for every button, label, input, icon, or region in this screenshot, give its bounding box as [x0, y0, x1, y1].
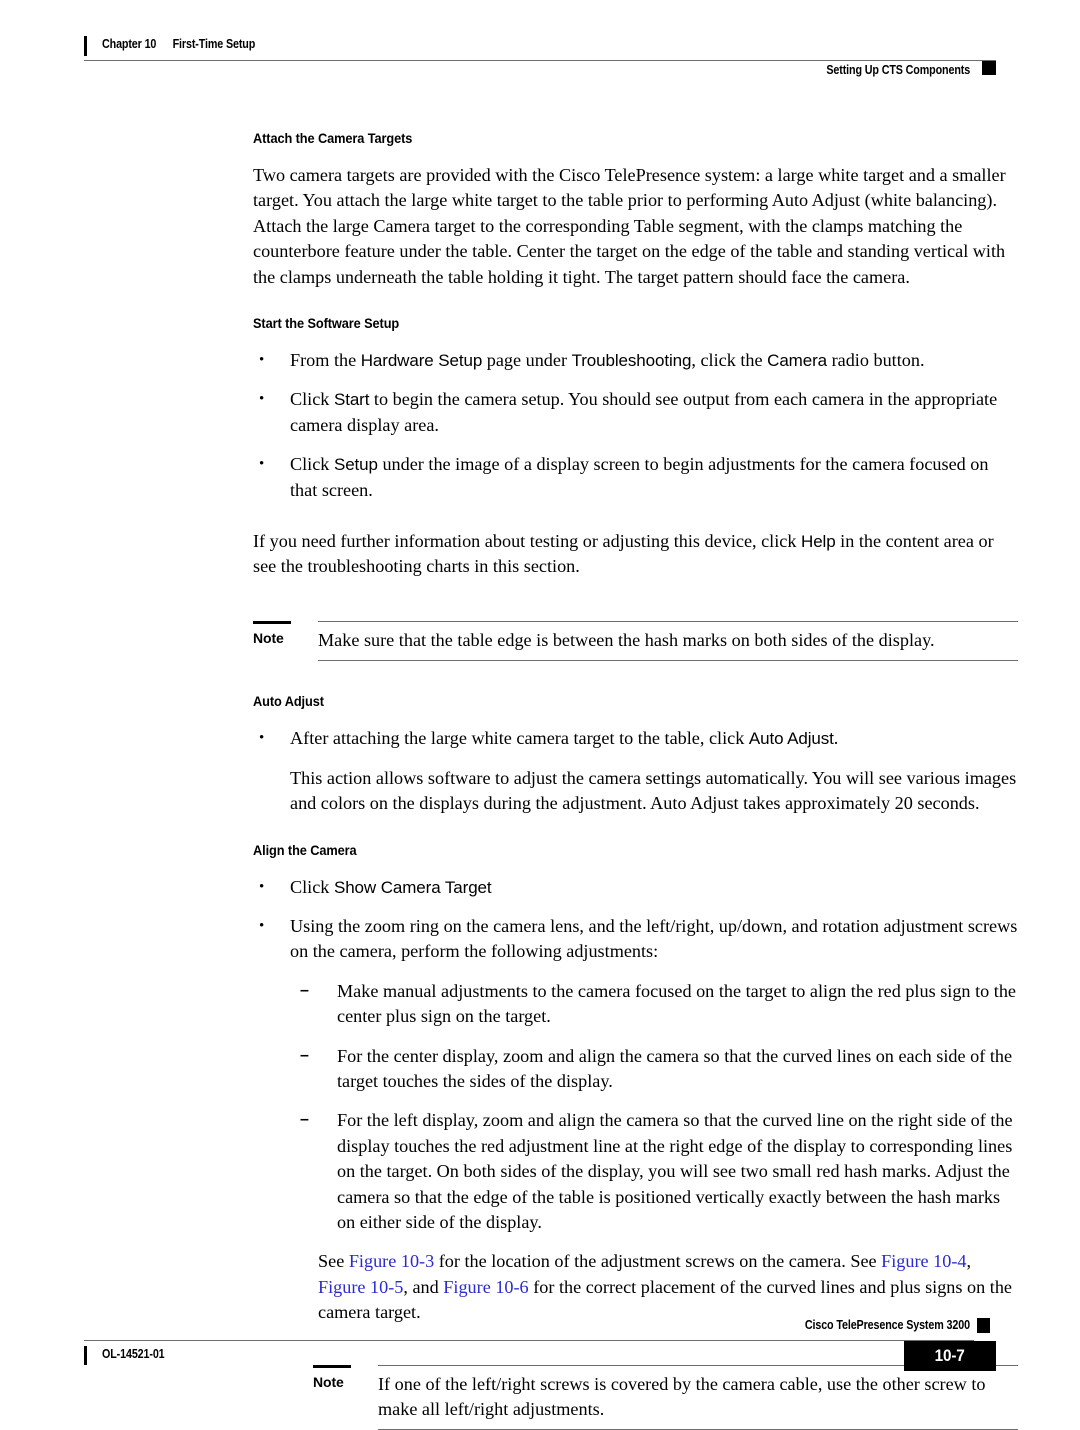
- link-figure-10-6[interactable]: Figure 10-6: [443, 1277, 528, 1297]
- dash-text: For the left display, zoom and align the…: [337, 1110, 1013, 1232]
- heading-attach-camera-targets: Attach the Camera Targets: [253, 131, 413, 147]
- list-item: • Using the zoom ring on the camera lens…: [253, 914, 1018, 965]
- page-footer: Cisco TelePresence System 3200 OL-14521-…: [84, 1318, 996, 1378]
- ui-label-hardware-setup: Hardware Setup: [360, 351, 483, 371]
- bullet-text: Using the zoom ring on the camera lens, …: [290, 915, 1018, 962]
- list-item: • Click Start to begin the camera setup.…: [253, 387, 1018, 438]
- heading-start-software-setup: Start the Software Setup: [253, 316, 400, 333]
- link-figure-10-5[interactable]: Figure 10-5: [318, 1277, 403, 1297]
- dash-icon: –: [300, 1111, 309, 1129]
- dash-text: For the center display, zoom and align t…: [337, 1045, 1013, 1091]
- text-fragment: , click the: [691, 350, 768, 371]
- paragraph-figure-cross-references: See Figure 10-3 for the location of the …: [253, 1249, 1018, 1325]
- bullet-text: After attaching the large white camera t…: [290, 728, 838, 748]
- text-fragment: Click: [290, 876, 334, 897]
- ui-label-start: Start: [333, 390, 370, 410]
- footer-left-tick-icon: [84, 1346, 87, 1365]
- bullet-icon: •: [259, 456, 265, 473]
- note-text: If one of the left/right screws is cover…: [378, 1373, 986, 1419]
- bullet-icon: •: [259, 878, 265, 895]
- header-chapter-number: Chapter 10: [102, 37, 157, 51]
- dash-icon: –: [300, 981, 309, 999]
- ui-label-help: Help: [801, 532, 836, 552]
- ui-label-troubleshooting: Troubleshooting: [571, 351, 692, 371]
- list-item: • After attaching the large white camera…: [253, 726, 1018, 751]
- heading-auto-adjust: Auto Adjust: [253, 694, 324, 711]
- list-item: • From the Hardware Setup page under Tro…: [253, 348, 1018, 373]
- text-fragment: Click: [290, 454, 334, 475]
- text-fragment: ,: [966, 1251, 972, 1272]
- ui-label-camera: Camera: [767, 351, 828, 371]
- footer-rule: [84, 1340, 974, 1341]
- bullet-icon: •: [259, 352, 265, 369]
- footer-document-id: OL-14521-01: [102, 1347, 165, 1361]
- text-fragment: Click: [290, 389, 334, 410]
- link-figure-10-4[interactable]: Figure 10-4: [881, 1251, 966, 1271]
- paragraph-auto-adjust-detail: This action allows software to adjust th…: [290, 767, 1017, 814]
- text-fragment: under the image of a display screen to b…: [290, 454, 989, 500]
- bullet-text: From the Hardware Setup page under Troub…: [290, 350, 925, 370]
- text-fragment: page under: [482, 350, 572, 371]
- ui-label-show-camera-target: Show Camera Target: [333, 877, 492, 897]
- text-fragment: See: [318, 1251, 349, 1272]
- bullet-text: Click Setup under the image of a display…: [290, 454, 988, 499]
- bullet-text: Click Show Camera Target: [290, 877, 492, 897]
- list-item: – For the center display, zoom and align…: [294, 1044, 1018, 1095]
- page-header: Chapter 10 First-Time Setup Setting Up CT…: [84, 34, 996, 82]
- link-figure-10-3[interactable]: Figure 10-3: [349, 1251, 434, 1271]
- dash-text: Make manual adjustments to the camera fo…: [337, 980, 1016, 1027]
- bullet-icon: •: [259, 730, 265, 747]
- text-fragment: , and: [403, 1276, 444, 1297]
- document-page: Chapter 10 First-Time Setup Setting Up CT…: [0, 0, 1080, 1430]
- header-rule: [84, 60, 996, 61]
- paragraph-attach-camera-targets: Two camera targets are provided with the…: [253, 165, 1006, 287]
- page-number: 10-7: [935, 1346, 965, 1365]
- note-text: Make sure that the table edge is between…: [318, 629, 935, 650]
- page-content: Attach the Camera Targets Two camera tar…: [253, 131, 1018, 1430]
- dash-icon: –: [300, 1046, 309, 1064]
- list-item: • Click Setup under the image of a displ…: [253, 452, 1018, 503]
- text-fragment: If you need further information about te…: [253, 531, 802, 552]
- heading-align-the-camera: Align the Camera: [253, 842, 357, 859]
- header-square-marker-icon: [982, 61, 996, 75]
- bullet-icon: •: [259, 391, 265, 408]
- text-fragment: From the: [290, 350, 361, 371]
- text-fragment: to begin the camera setup. You should se…: [290, 389, 998, 435]
- ui-label-setup: Setup: [333, 455, 378, 475]
- text-fragment: for the location of the adjustment screw…: [434, 1251, 882, 1272]
- list-item: • Click Show Camera Target: [253, 875, 1018, 900]
- list-item: – For the left display, zoom and align t…: [294, 1108, 1018, 1235]
- page-number-box: 10-7: [904, 1341, 996, 1371]
- ui-label-auto-adjust: Auto Adjust: [748, 729, 834, 749]
- bullet-text: Click Start to begin the camera setup. Y…: [290, 389, 997, 434]
- text-fragment: After attaching the large white camera t…: [290, 728, 749, 749]
- text-fragment: .: [833, 728, 839, 749]
- footer-square-marker-icon: [977, 1318, 990, 1333]
- paragraph-further-information: If you need further information about te…: [253, 529, 1018, 580]
- header-running-title: Setting Up CTS Components: [826, 63, 970, 77]
- bullet-icon: •: [259, 917, 265, 934]
- text-fragment: radio button.: [827, 350, 925, 371]
- header-chapter-info: Chapter 10 First-Time Setup: [102, 37, 255, 51]
- list-item: – Make manual adjustments to the camera …: [294, 979, 1018, 1030]
- note-tab-rule: [253, 620, 291, 624]
- note-block-table-edge: Note Make sure that the table edge is be…: [253, 620, 1018, 662]
- header-chapter-title: First-Time Setup: [172, 37, 256, 51]
- footer-product-name: Cisco TelePresence System 3200: [804, 1318, 970, 1332]
- note-label: Note: [253, 629, 284, 646]
- header-left-tick-icon: [84, 36, 87, 56]
- note-panel: Make sure that the table edge is between…: [318, 620, 1018, 662]
